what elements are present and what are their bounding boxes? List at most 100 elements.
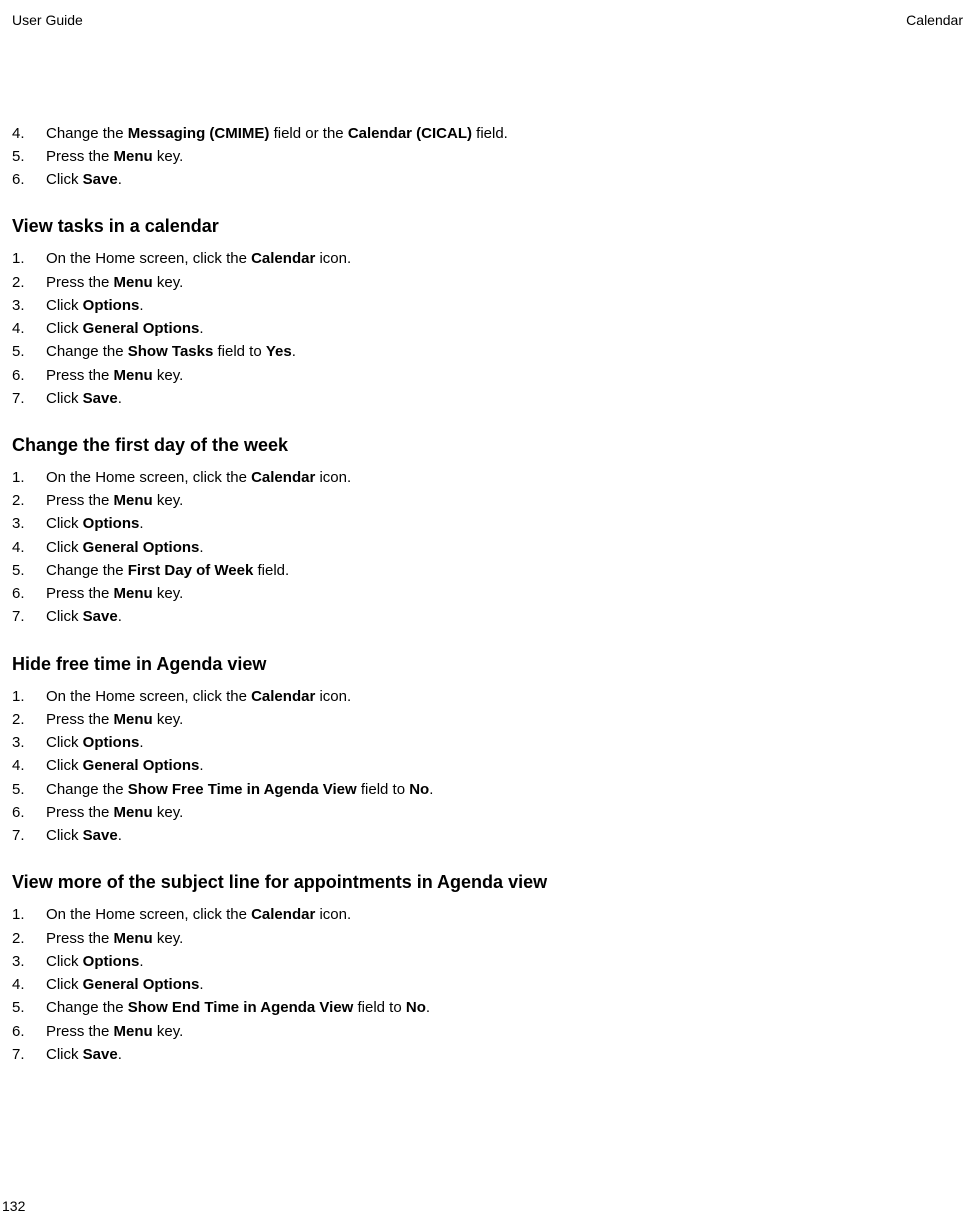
step-text-bold: General Options bbox=[83, 757, 200, 774]
step-text-bold: No bbox=[409, 781, 429, 798]
step-item: 5.Change the First Day of Week field. bbox=[12, 559, 965, 582]
step-number: 5. bbox=[12, 996, 25, 1019]
step-item: 2.Press the Menu key. bbox=[12, 708, 965, 731]
step-item: 5.Change the Show End Time in Agenda Vie… bbox=[12, 996, 965, 1019]
step-item: 7. Click Save. bbox=[12, 824, 965, 847]
step-item: 5. Change the Show Tasks field to Yes. bbox=[12, 340, 965, 363]
step-text-bold: Calendar bbox=[251, 906, 315, 923]
step-number: 1. bbox=[12, 903, 25, 926]
step-text: Click Options. bbox=[46, 953, 144, 970]
step-text-bold: Calendar bbox=[251, 469, 315, 486]
step-item: 2.Press the Menu key. bbox=[12, 271, 965, 294]
step-item: 6.Press the Menu key. bbox=[12, 582, 965, 605]
step-text-bold: Options bbox=[83, 297, 140, 314]
header-left: User Guide bbox=[12, 10, 83, 32]
sections-container: View tasks in a calendar 1. On the Home sc… bbox=[10, 213, 965, 1066]
step-item: 4. Click General Options. bbox=[12, 317, 965, 340]
step-item: 6.Click Save. bbox=[12, 168, 965, 191]
step-text-bold: Menu bbox=[114, 367, 153, 384]
step-item: 4. Click General Options. bbox=[12, 536, 965, 559]
step-number: 4. bbox=[12, 122, 25, 145]
step-number: 5. bbox=[12, 559, 25, 582]
step-item: 4.Click General Options. bbox=[12, 973, 965, 996]
step-text-bold: Options bbox=[83, 734, 140, 751]
step-number: 3. bbox=[12, 512, 25, 535]
step-number: 2. bbox=[12, 489, 25, 512]
step-item: 2. Press the Menu key. bbox=[12, 489, 965, 512]
step-number: 6. bbox=[12, 1020, 25, 1043]
step-text-bold: Options bbox=[83, 515, 140, 532]
step-text: On the Home screen, click the Calendar i… bbox=[46, 250, 351, 267]
step-text-bold: Menu bbox=[114, 930, 153, 947]
page-number: 132 bbox=[2, 1196, 25, 1218]
step-text: Press the Menu key. bbox=[46, 930, 183, 947]
step-number: 4. bbox=[12, 973, 25, 996]
step-text: Click General Options. bbox=[46, 320, 204, 337]
step-text-bold: No bbox=[406, 999, 426, 1016]
step-text-bold: Save bbox=[83, 171, 118, 188]
step-text: Press the Menu key. bbox=[46, 148, 183, 165]
step-text-bold: General Options bbox=[83, 320, 200, 337]
step-text: Click Save. bbox=[46, 1046, 122, 1063]
step-text: Click Save. bbox=[46, 390, 122, 407]
step-item: 1. On the Home screen, click the Calendar… bbox=[12, 466, 965, 489]
step-item: 3.Click Options. bbox=[12, 731, 965, 754]
step-text: Click Save. bbox=[46, 827, 122, 844]
steps-list: 1. On the Home screen, click the Calendar… bbox=[10, 466, 965, 629]
steps-list: 1. On the Home screen, click the Calendar… bbox=[10, 247, 965, 410]
step-text-bold: Menu bbox=[114, 492, 153, 509]
step-text-bold: Show End Time in Agenda View bbox=[128, 999, 354, 1016]
step-number: 1. bbox=[12, 466, 25, 489]
step-text: Press the Menu key. bbox=[46, 492, 183, 509]
step-text: On the Home screen, click the Calendar i… bbox=[46, 469, 351, 486]
step-item: 1. On the Home screen, click the Calendar… bbox=[12, 685, 965, 708]
step-text: Change the Show Tasks field to Yes. bbox=[46, 343, 296, 360]
header-right: Calendar bbox=[906, 10, 963, 32]
step-number: 4. bbox=[12, 317, 25, 340]
step-text-bold: Show Tasks bbox=[128, 343, 214, 360]
step-text-bold: Save bbox=[83, 390, 118, 407]
step-text: Press the Menu key. bbox=[46, 274, 183, 291]
step-text-bold: General Options bbox=[83, 539, 200, 556]
step-item: 7.Click Save. bbox=[12, 1043, 965, 1066]
step-text: Change the Messaging (CMIME) field or th… bbox=[46, 125, 508, 142]
step-item: 6.Press the Menu key. bbox=[12, 364, 965, 387]
step-number: 6. bbox=[12, 364, 25, 387]
step-text: Click Save. bbox=[46, 608, 122, 625]
step-number: 1. bbox=[12, 247, 25, 270]
step-text-bold: Messaging (CMIME) bbox=[128, 125, 270, 142]
step-text: Click Options. bbox=[46, 515, 144, 532]
section-heading: Change the first day of the week bbox=[10, 432, 965, 460]
step-text-bold: Calendar bbox=[251, 250, 315, 267]
step-text: On the Home screen, click the Calendar i… bbox=[46, 688, 351, 705]
step-text-bold: Save bbox=[83, 608, 118, 625]
step-number: 6. bbox=[12, 801, 25, 824]
section-heading: Hide free time in Agenda view bbox=[10, 651, 965, 679]
step-text: Press the Menu key. bbox=[46, 804, 183, 821]
step-number: 5. bbox=[12, 145, 25, 168]
step-item: 1.On the Home screen, click the Calendar… bbox=[12, 903, 965, 926]
step-number: 5. bbox=[12, 340, 25, 363]
step-number: 2. bbox=[12, 927, 25, 950]
step-item: 5.Change the Show Free Time in Agenda Vi… bbox=[12, 778, 965, 801]
step-number: 4. bbox=[12, 536, 25, 559]
section-heading: View tasks in a calendar bbox=[10, 213, 965, 241]
step-text-bold: Save bbox=[83, 827, 118, 844]
step-number: 2. bbox=[12, 708, 25, 731]
section-heading: View more of the subject line for appoin… bbox=[10, 869, 965, 897]
step-text: Click Options. bbox=[46, 734, 144, 751]
step-text: Click Options. bbox=[46, 297, 144, 314]
step-number: 3. bbox=[12, 294, 25, 317]
step-item: 1. On the Home screen, click the Calendar… bbox=[12, 247, 965, 270]
document-content: 4. Change the Messaging (CMIME) field or … bbox=[10, 122, 965, 1066]
step-number: 7. bbox=[12, 824, 25, 847]
step-text-bold: Menu bbox=[114, 585, 153, 602]
step-item: 6. Press the Menu key. bbox=[12, 801, 965, 824]
step-text-bold: Menu bbox=[114, 1023, 153, 1040]
step-text-bold: Show Free Time in Agenda View bbox=[128, 781, 357, 798]
step-number: 1. bbox=[12, 685, 25, 708]
step-text: Click General Options. bbox=[46, 539, 204, 556]
step-number: 6. bbox=[12, 582, 25, 605]
intro-steps-list: 4. Change the Messaging (CMIME) field or … bbox=[10, 122, 965, 192]
step-text-bold: Calendar bbox=[251, 688, 315, 705]
